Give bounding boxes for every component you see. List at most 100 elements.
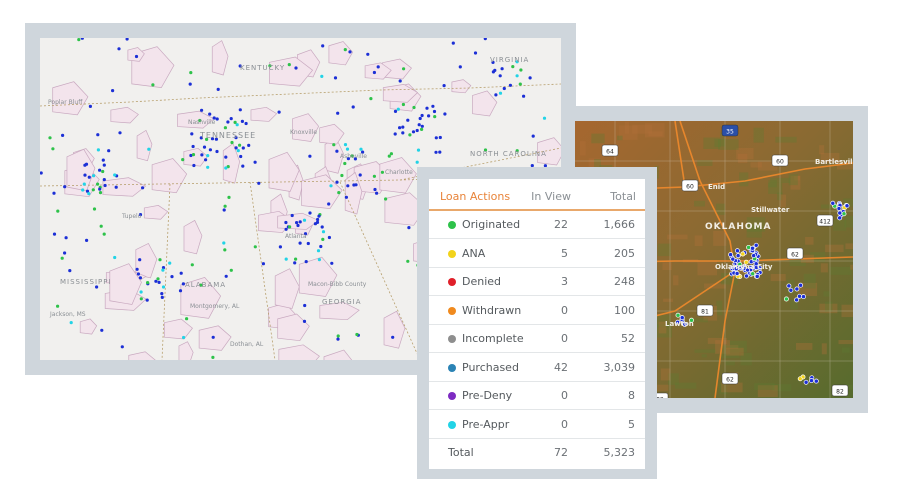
loan-marker[interactable]: [783, 296, 789, 302]
loan-marker[interactable]: [420, 124, 424, 128]
loan-marker[interactable]: [418, 116, 422, 121]
loan-marker[interactable]: [335, 149, 339, 153]
loan-marker[interactable]: [335, 180, 339, 184]
loan-marker[interactable]: [343, 143, 348, 147]
loan-marker[interactable]: [182, 335, 186, 340]
loan-marker[interactable]: [206, 154, 210, 158]
loan-marker[interactable]: [420, 113, 424, 118]
loan-marker[interactable]: [202, 145, 207, 149]
loan-marker[interactable]: [332, 143, 336, 147]
loan-marker[interactable]: [161, 268, 165, 272]
loan-marker[interactable]: [797, 293, 802, 299]
loan-marker[interactable]: [118, 131, 122, 135]
loan-marker[interactable]: [222, 208, 226, 212]
loan-marker[interactable]: [337, 191, 341, 195]
loan-marker[interactable]: [215, 117, 219, 121]
loan-marker[interactable]: [206, 165, 210, 169]
loan-marker[interactable]: [295, 221, 299, 225]
loan-marker[interactable]: [63, 185, 67, 189]
loan-marker[interactable]: [230, 140, 234, 145]
loan-marker[interactable]: [794, 297, 800, 303]
header-total[interactable]: Total: [610, 190, 636, 203]
loan-marker[interactable]: [239, 154, 243, 159]
loan-marker[interactable]: [327, 202, 331, 206]
loan-marker[interactable]: [238, 143, 242, 147]
loan-marker[interactable]: [211, 355, 215, 359]
loan-marker[interactable]: [284, 257, 288, 261]
loan-marker[interactable]: [786, 283, 792, 289]
loan-marker[interactable]: [185, 317, 189, 321]
loan-marker[interactable]: [317, 258, 321, 262]
loan-marker[interactable]: [241, 146, 245, 150]
loan-marker[interactable]: [844, 203, 850, 209]
loan-marker[interactable]: [750, 245, 755, 251]
loan-marker[interactable]: [343, 161, 347, 166]
loan-marker[interactable]: [192, 163, 196, 168]
loan-marker[interactable]: [803, 379, 809, 385]
loan-marker[interactable]: [376, 65, 380, 69]
loan-marker[interactable]: [519, 68, 523, 72]
loan-marker[interactable]: [156, 277, 160, 281]
loan-marker[interactable]: [380, 170, 384, 174]
loan-marker[interactable]: [425, 106, 429, 110]
loan-marker[interactable]: [190, 132, 194, 136]
loan-marker[interactable]: [223, 204, 227, 208]
loan-marker[interactable]: [223, 248, 227, 252]
loan-marker[interactable]: [160, 292, 164, 296]
loan-marker[interactable]: [98, 168, 102, 172]
loan-marker[interactable]: [287, 63, 291, 67]
loan-marker[interactable]: [238, 108, 242, 112]
loan-marker[interactable]: [82, 182, 86, 186]
loan-marker[interactable]: [139, 297, 143, 301]
loan-marker[interactable]: [51, 147, 55, 151]
loan-marker[interactable]: [458, 65, 462, 69]
loan-marker[interactable]: [96, 148, 100, 152]
loan-marker[interactable]: [315, 220, 320, 224]
loan-marker[interactable]: [358, 173, 362, 177]
loan-marker[interactable]: [401, 131, 405, 135]
loan-marker[interactable]: [241, 164, 245, 168]
loan-marker[interactable]: [432, 109, 437, 114]
loan-marker[interactable]: [138, 276, 142, 280]
loan-marker[interactable]: [98, 191, 103, 195]
header-loan-actions[interactable]: Loan Actions: [440, 190, 510, 203]
loan-marker[interactable]: [157, 280, 161, 284]
loan-marker[interactable]: [408, 133, 412, 137]
loan-marker[interactable]: [406, 118, 410, 122]
loan-marker[interactable]: [224, 274, 228, 278]
loan-marker[interactable]: [145, 298, 149, 302]
table-row[interactable]: Purchased 42 3,039: [429, 353, 645, 382]
loan-marker[interactable]: [224, 155, 228, 159]
loan-marker[interactable]: [542, 116, 547, 120]
loan-marker[interactable]: [204, 158, 208, 162]
header-in-view[interactable]: In View: [531, 190, 571, 203]
loan-marker[interactable]: [372, 70, 376, 75]
loan-marker[interactable]: [393, 109, 398, 113]
loan-marker[interactable]: [528, 76, 532, 80]
loan-marker[interactable]: [336, 111, 340, 115]
loan-marker[interactable]: [473, 51, 478, 55]
loan-marker[interactable]: [181, 158, 185, 162]
loan-marker[interactable]: [329, 184, 333, 188]
loan-marker[interactable]: [278, 245, 282, 249]
loan-marker[interactable]: [317, 214, 321, 218]
loan-marker[interactable]: [114, 185, 118, 189]
loan-marker[interactable]: [330, 261, 334, 265]
loan-marker[interactable]: [222, 241, 226, 245]
loan-marker[interactable]: [240, 119, 244, 123]
loan-marker[interactable]: [284, 227, 288, 231]
loan-marker[interactable]: [343, 48, 347, 52]
loan-marker[interactable]: [393, 132, 397, 136]
loan-marker[interactable]: [316, 249, 321, 253]
loan-marker[interactable]: [261, 262, 265, 266]
loan-marker[interactable]: [498, 74, 502, 78]
loan-marker[interactable]: [229, 268, 233, 272]
loan-marker[interactable]: [434, 150, 438, 154]
loan-marker[interactable]: [734, 248, 740, 254]
table-row[interactable]: Originated 22 1,666: [429, 210, 645, 239]
loan-marker[interactable]: [306, 241, 310, 246]
loan-marker[interactable]: [294, 66, 298, 70]
loan-marker[interactable]: [434, 136, 438, 140]
loan-marker[interactable]: [355, 332, 359, 337]
loan-marker[interactable]: [402, 67, 406, 71]
